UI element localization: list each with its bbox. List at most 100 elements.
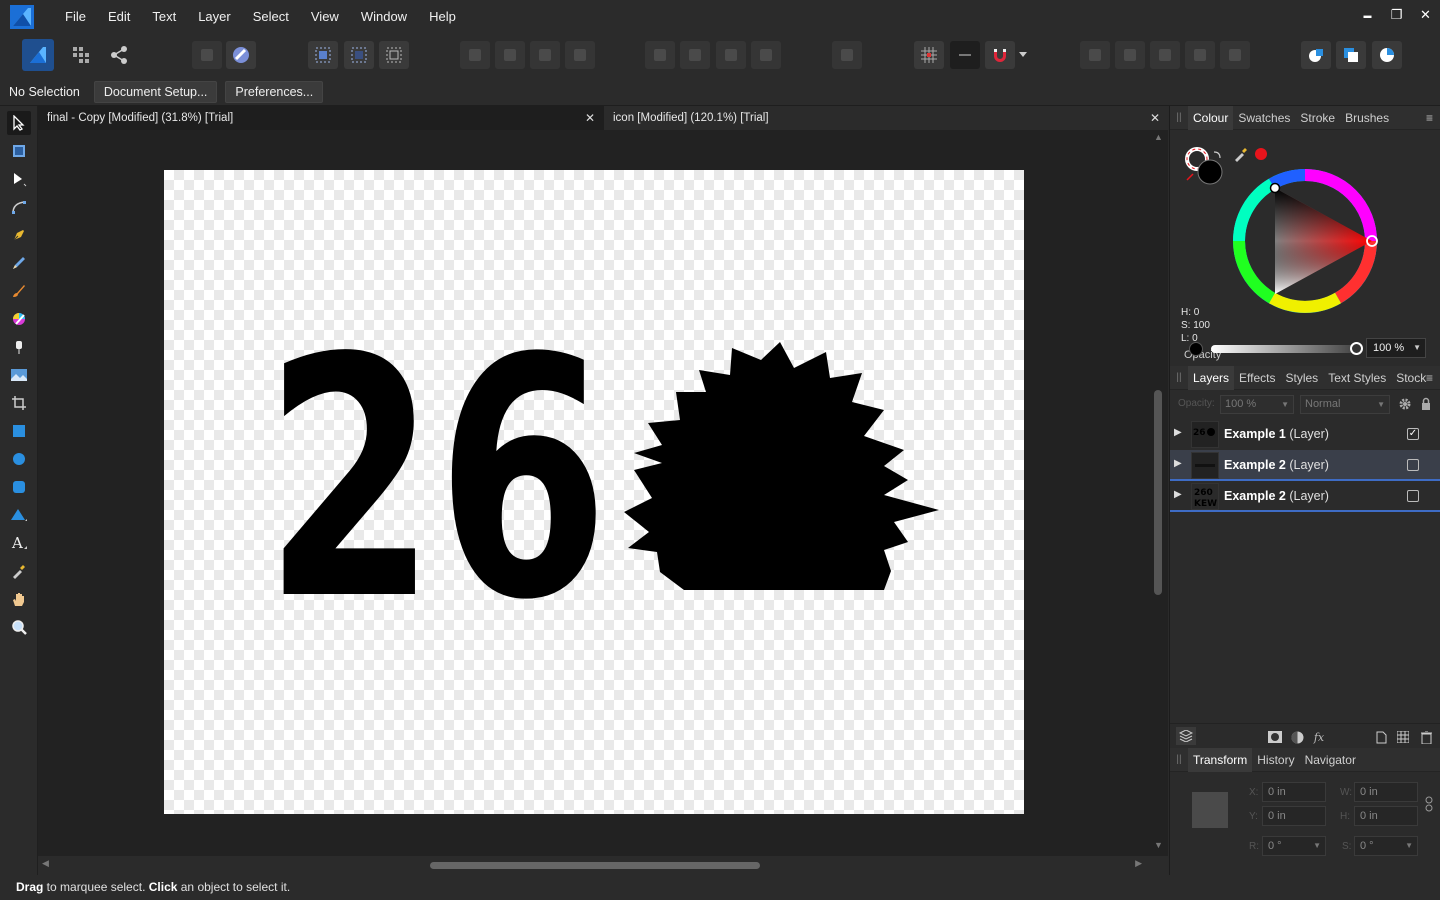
canvas-text-26[interactable]: 26 — [264, 288, 609, 672]
rotation-field[interactable]: 0 ° ▼ — [1262, 836, 1326, 856]
opacity-slider[interactable] — [1211, 345, 1355, 353]
tab-history[interactable]: History — [1252, 748, 1299, 772]
dropdown-arrow-icon[interactable]: ▼ — [1405, 837, 1413, 855]
boolean-xor-icon[interactable] — [1185, 41, 1215, 69]
mask-layer-icon[interactable] — [1268, 730, 1282, 744]
canvas[interactable]: 26 ▲ ▼ — [38, 130, 1168, 856]
menu-layer[interactable]: Layer — [187, 0, 242, 34]
close-tab-icon[interactable]: ✕ — [1150, 106, 1160, 130]
guides-icon[interactable] — [950, 41, 980, 69]
insert-top-icon[interactable] — [1372, 41, 1402, 69]
tab-styles[interactable]: Styles — [1281, 366, 1324, 390]
flip-vertical-icon[interactable] — [680, 41, 710, 69]
layer-row[interactable]: ▶ 260 KEW Example 2 (Layer) — [1170, 481, 1440, 512]
scroll-up-icon[interactable]: ▲ — [1154, 132, 1163, 142]
arrange-backward-icon[interactable] — [495, 41, 525, 69]
vertical-scrollbar[interactable] — [1154, 390, 1162, 595]
insert-behind-icon[interactable] — [1336, 41, 1366, 69]
boolean-intersect-icon[interactable] — [1150, 41, 1180, 69]
boolean-add-icon[interactable] — [1080, 41, 1110, 69]
horizontal-scrollbar[interactable] — [430, 862, 760, 869]
scroll-right-icon[interactable]: ▶ — [1135, 858, 1142, 869]
adjustment-layer-icon[interactable] — [1290, 730, 1304, 744]
zoom-tool-icon[interactable] — [7, 615, 31, 639]
x-field[interactable]: 0 in — [1262, 782, 1326, 802]
invert-selection-icon[interactable] — [379, 41, 409, 69]
expand-layer-icon[interactable]: ▶ — [1174, 489, 1188, 500]
sun-shape[interactable] — [624, 342, 939, 590]
scroll-down-icon[interactable]: ▼ — [1154, 840, 1163, 850]
tab-effects[interactable]: Effects — [1234, 366, 1280, 390]
tab-text-styles[interactable]: Text Styles — [1323, 366, 1391, 390]
panel-grip-icon[interactable]: || — [1170, 754, 1188, 765]
eyedropper-icon[interactable] — [1233, 146, 1249, 165]
width-field[interactable]: 0 in — [1354, 782, 1418, 802]
insert-inside-icon[interactable] — [1301, 41, 1331, 69]
grid-icon[interactable] — [914, 41, 944, 69]
rotate-left-icon[interactable] — [716, 41, 746, 69]
select-all-icon[interactable] — [308, 41, 338, 69]
deselect-icon[interactable] — [344, 41, 374, 69]
layer-visibility-checkbox[interactable] — [1407, 459, 1419, 471]
export-persona-icon[interactable] — [104, 41, 134, 69]
layer-visibility-checkbox[interactable] — [1407, 490, 1419, 502]
vector-brush-tool-icon[interactable] — [7, 279, 31, 303]
assistant-icon[interactable] — [192, 41, 222, 69]
tab-transform[interactable]: Transform — [1188, 747, 1253, 772]
triangle-tool-icon[interactable] — [7, 503, 31, 527]
rounded-rectangle-tool-icon[interactable] — [7, 475, 31, 499]
layer-opacity-field[interactable]: 100 % ▼ — [1220, 395, 1294, 414]
layer-row[interactable]: ▶ Example 2 (Layer) — [1170, 450, 1440, 481]
arrange-back-icon[interactable] — [460, 41, 490, 69]
corner-tool-icon[interactable] — [7, 195, 31, 219]
dropdown-arrow-icon[interactable]: ▼ — [1313, 837, 1321, 855]
align-icon[interactable] — [832, 41, 862, 69]
color-picker-tool-icon[interactable] — [7, 559, 31, 583]
arrange-front-icon[interactable] — [565, 41, 595, 69]
link-aspect-icon[interactable] — [1425, 796, 1433, 815]
add-layer-icon[interactable] — [1374, 730, 1388, 744]
designer-persona-icon[interactable] — [22, 39, 54, 71]
menu-select[interactable]: Select — [242, 0, 300, 34]
rotate-right-icon[interactable] — [751, 41, 781, 69]
layers-stack-icon[interactable] — [1176, 727, 1196, 745]
menu-text[interactable]: Text — [141, 0, 187, 34]
artboard[interactable]: 26 — [164, 170, 1024, 814]
anchor-point-selector[interactable] — [1192, 792, 1228, 828]
tab-layers[interactable]: Layers — [1188, 365, 1235, 390]
rectangle-tool-icon[interactable] — [7, 419, 31, 443]
tab-stroke[interactable]: Stroke — [1295, 106, 1340, 130]
dropdown-arrow-icon[interactable]: ▼ — [1413, 339, 1421, 357]
place-image-tool-icon[interactable] — [7, 363, 31, 387]
tab-swatches[interactable]: Swatches — [1233, 106, 1295, 130]
node-tool-icon[interactable] — [7, 167, 31, 191]
minimize-button[interactable]: ▬ — [1353, 0, 1382, 30]
blend-mode-select[interactable]: Normal ▼ — [1300, 395, 1390, 414]
fill-tool-icon[interactable] — [7, 307, 31, 331]
expand-layer-icon[interactable]: ▶ — [1174, 458, 1188, 469]
height-field[interactable]: 0 in — [1354, 806, 1418, 826]
snapping-options-icon[interactable] — [226, 41, 256, 69]
view-hand-tool-icon[interactable] — [7, 587, 31, 611]
scroll-left-icon[interactable]: ◀ — [42, 858, 49, 869]
add-pixel-layer-icon[interactable] — [1396, 730, 1410, 744]
shear-field[interactable]: 0 ° ▼ — [1354, 836, 1418, 856]
tab-colour[interactable]: Colour — [1188, 105, 1234, 130]
fill-stroke-swatch[interactable] — [1184, 146, 1224, 186]
opacity-color-swatch[interactable] — [1189, 342, 1203, 356]
document-setup-button[interactable]: Document Setup... — [93, 80, 218, 103]
affinity-designer-logo-icon[interactable] — [10, 5, 34, 29]
layer-settings-gear-icon[interactable] — [1398, 397, 1412, 414]
menu-help[interactable]: Help — [418, 0, 467, 34]
panel-grip-icon[interactable]: || — [1170, 372, 1188, 383]
current-color-dot[interactable] — [1255, 148, 1267, 160]
close-window-button[interactable]: ✕ — [1411, 0, 1440, 30]
menu-file[interactable]: File — [54, 0, 97, 34]
panel-grip-icon[interactable]: || — [1170, 112, 1188, 123]
restore-button[interactable]: ❐ — [1382, 0, 1411, 30]
panel-menu-icon[interactable]: ≡ — [1426, 111, 1433, 125]
preferences-button[interactable]: Preferences... — [225, 80, 324, 103]
snapping-dropdown-icon[interactable] — [1016, 41, 1030, 69]
menu-edit[interactable]: Edit — [97, 0, 141, 34]
tab-navigator[interactable]: Navigator — [1300, 748, 1361, 772]
